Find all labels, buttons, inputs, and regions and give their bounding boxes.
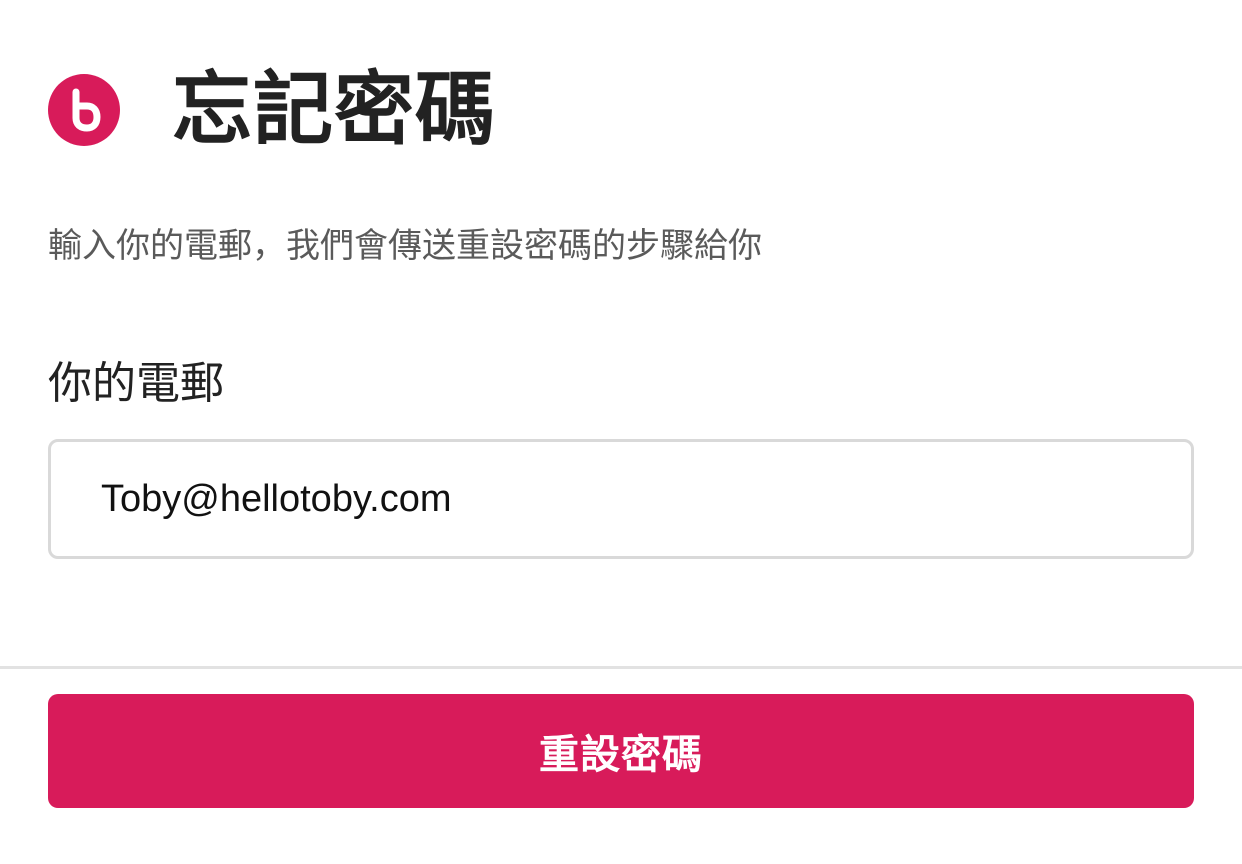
page-title: 忘記密碼 xyxy=(172,63,496,156)
instruction-text: 輸入你的電郵，我們會傳送重設密碼的步驟給你 xyxy=(48,226,762,266)
reset-password-button[interactable]: 重設密碼 xyxy=(48,694,1194,808)
email-field[interactable] xyxy=(48,439,1194,559)
footer-divider xyxy=(0,666,1242,669)
header: 忘記密碼 xyxy=(48,60,496,160)
toby-logo-icon xyxy=(48,74,120,146)
email-field-label: 你的電郵 xyxy=(48,358,224,409)
